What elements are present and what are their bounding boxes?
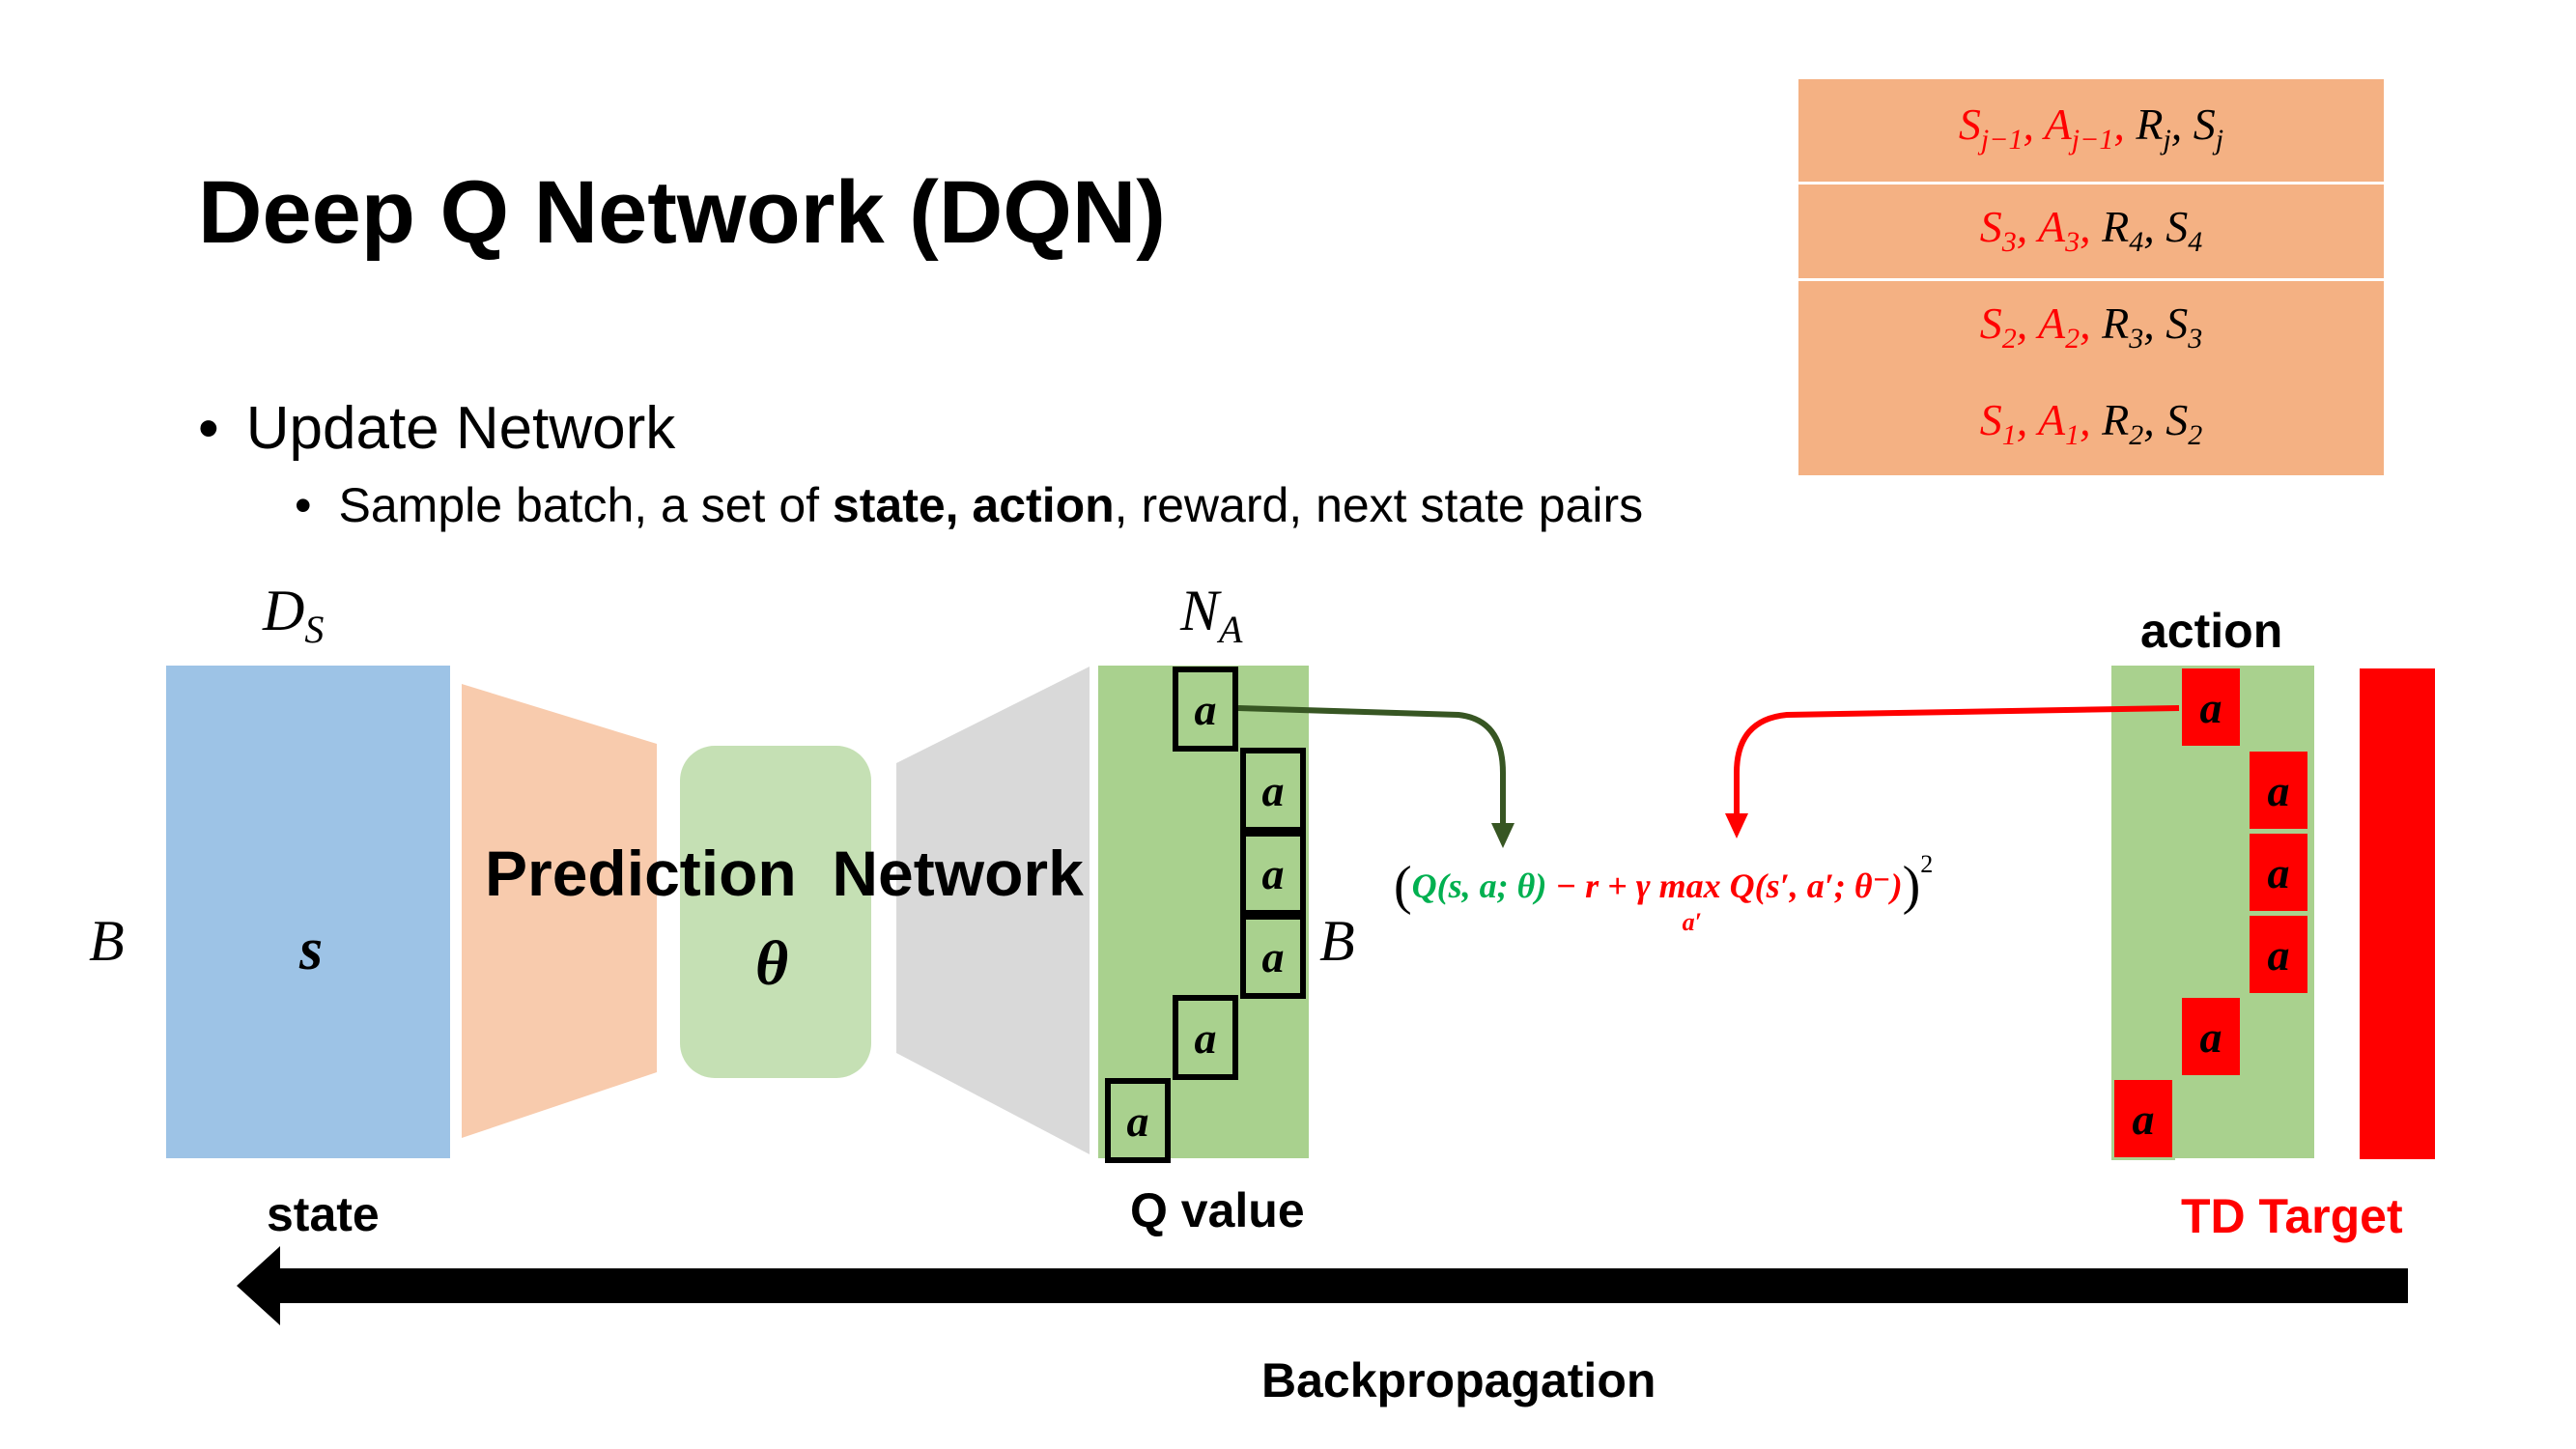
q-value-arrow xyxy=(1237,705,1506,829)
backprop-arrowhead xyxy=(237,1246,280,1325)
q-value-arrowhead xyxy=(1491,823,1514,848)
q-value-caption: Q value xyxy=(1130,1183,1305,1237)
predicted-q: Q(s, a; θ) xyxy=(1411,867,1547,905)
td-arrowhead xyxy=(1725,813,1748,838)
backprop-arrow-shaft xyxy=(275,1268,2408,1303)
target-q: Q(s′, a′; θ⁻) xyxy=(1720,867,1903,905)
td-arrow xyxy=(1734,705,2180,817)
action-caption: action xyxy=(2140,604,2283,658)
backpropagation-caption: Backpropagation xyxy=(1261,1353,1656,1407)
state-caption: state xyxy=(267,1187,380,1241)
td-target-caption: TD Target xyxy=(2181,1189,2403,1243)
loss-formula: (Q(s, a; θ) − r + γ max a′ Q(s′, a′; θ⁻))… xyxy=(1394,850,1934,936)
